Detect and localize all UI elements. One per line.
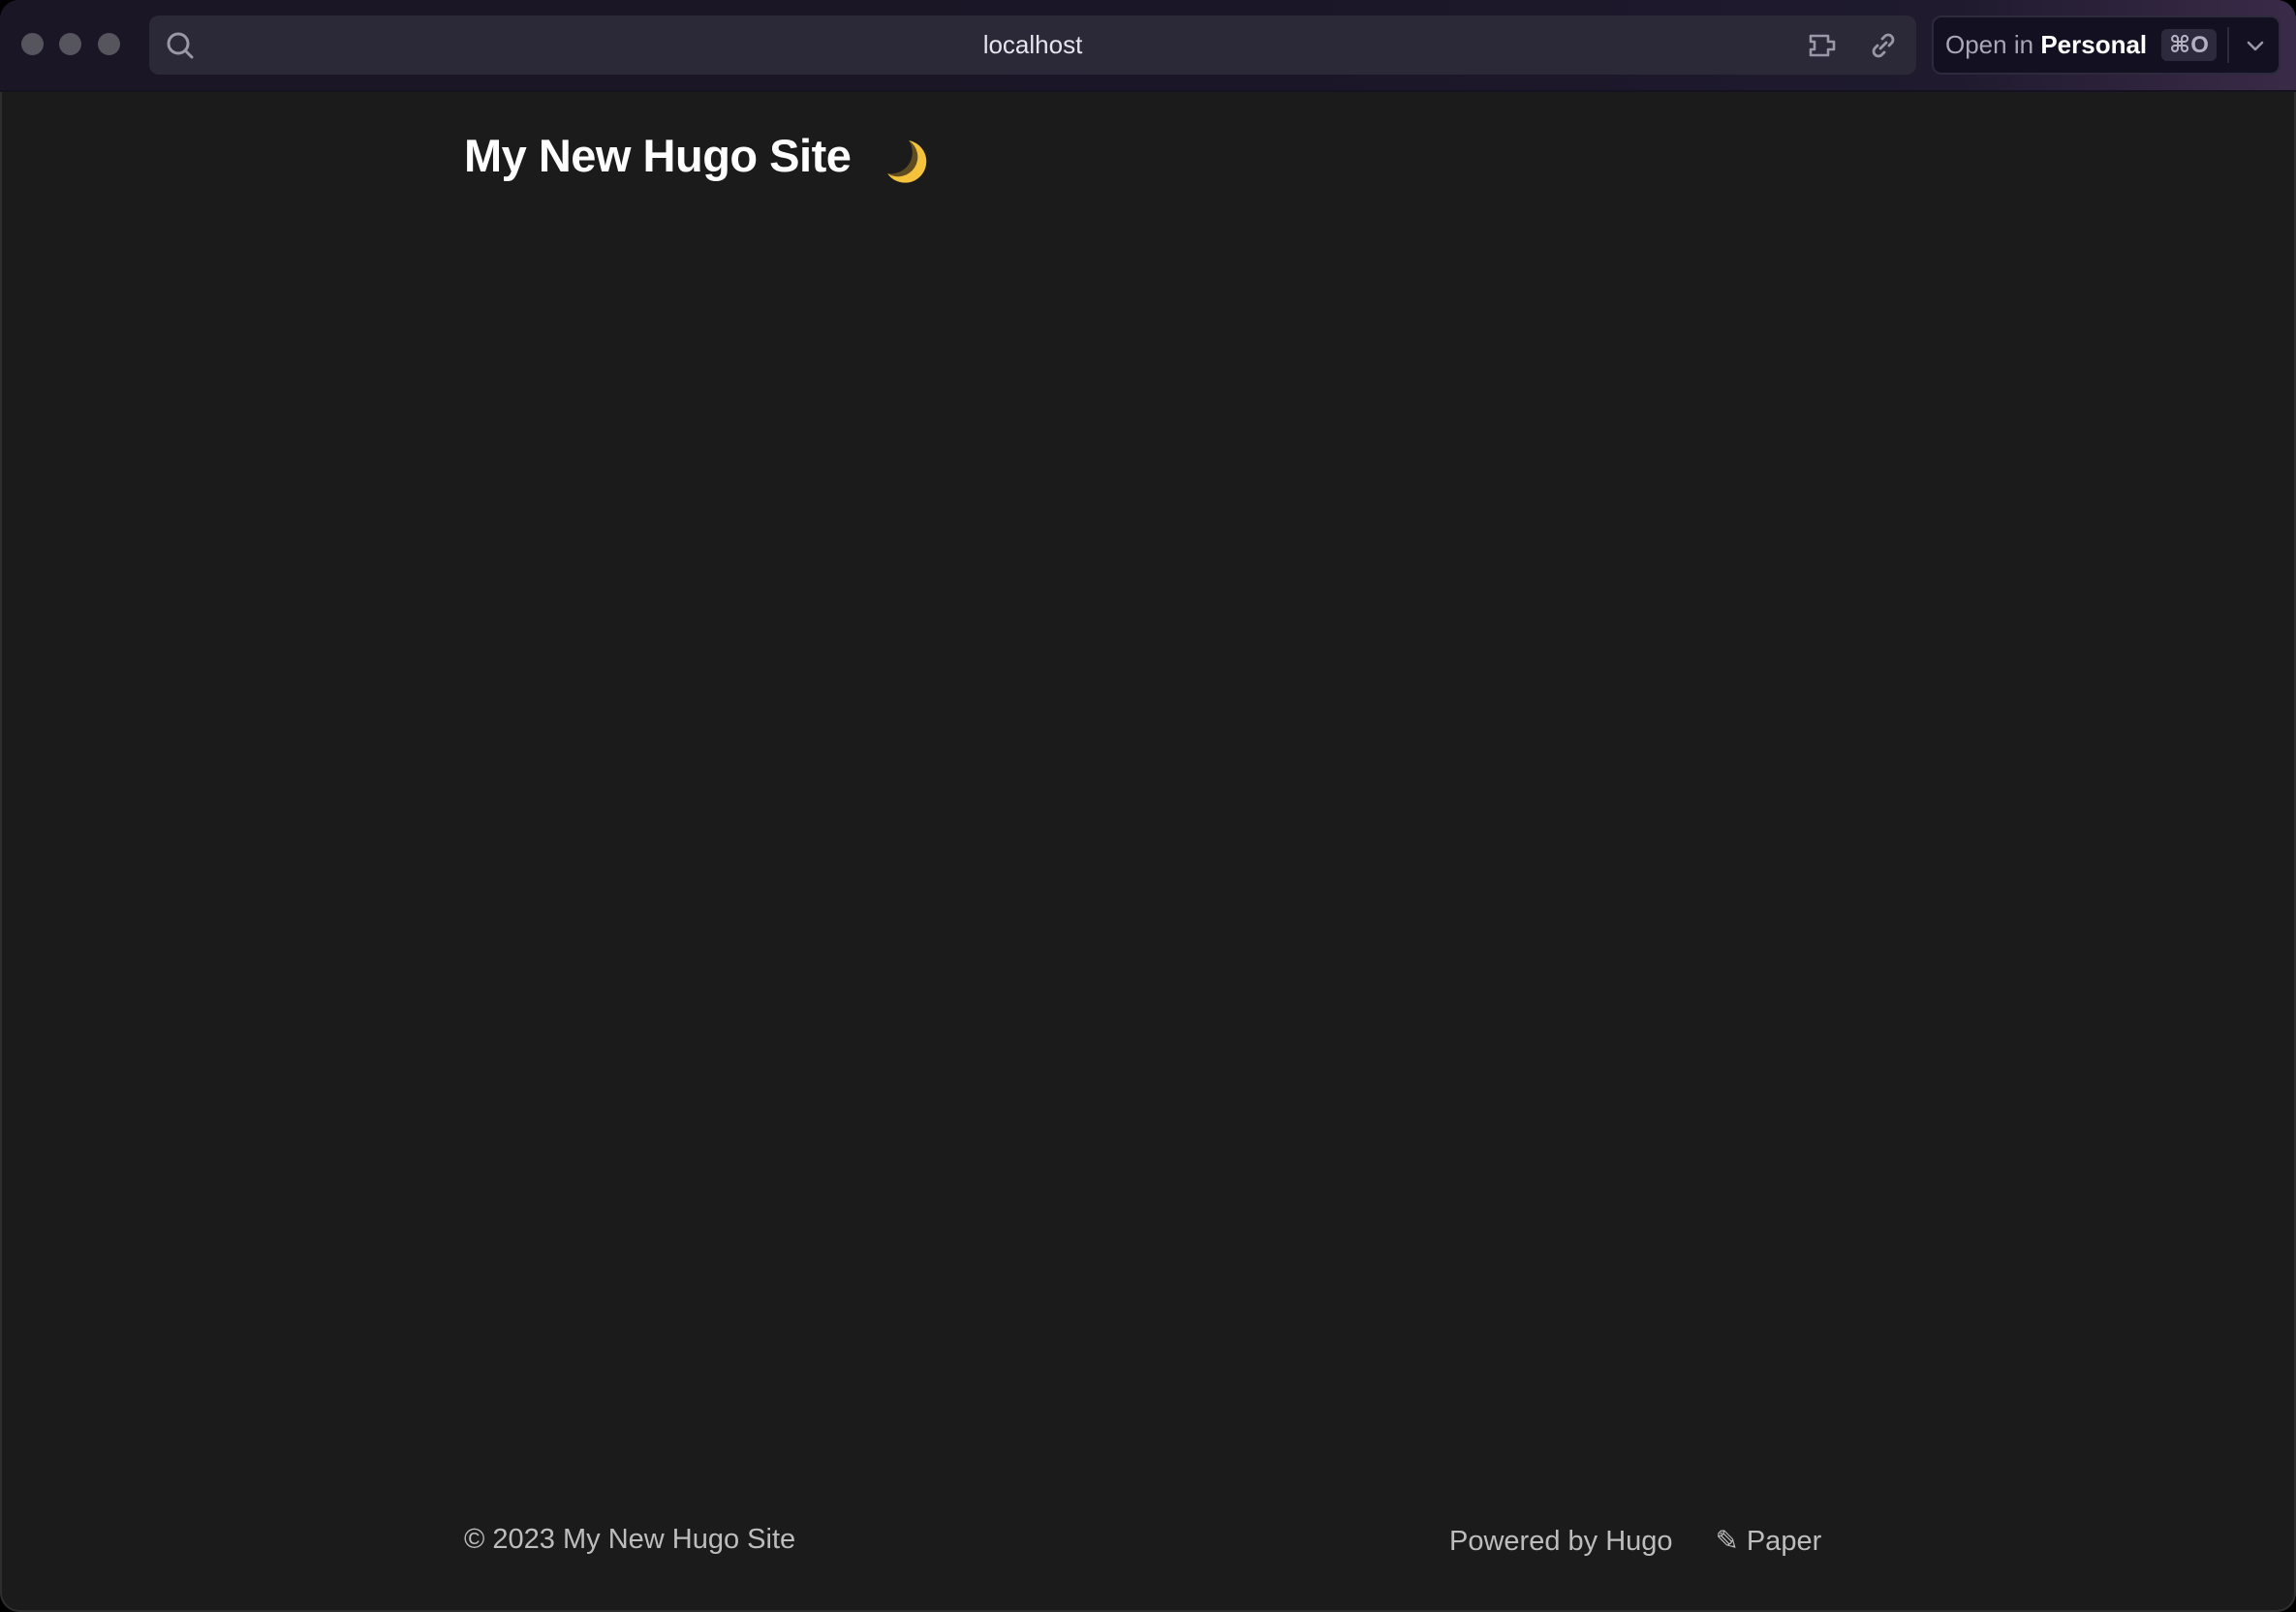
powered-by-hugo-link[interactable]: Powered by Hugo xyxy=(1449,1526,1673,1557)
moon-icon[interactable] xyxy=(880,135,932,187)
footer-copyright: © 2023 My New Hugo Site xyxy=(464,1524,795,1556)
maximize-window-button[interactable] xyxy=(98,33,120,55)
url-text: localhost xyxy=(982,30,1083,59)
extension-icon[interactable] xyxy=(1808,29,1841,62)
open-in-label: Open in Personal xyxy=(1945,17,2147,73)
button-divider xyxy=(2227,27,2229,63)
footer-credits: Powered by Hugo ✎ Paper xyxy=(1449,1524,1821,1558)
link-icon[interactable] xyxy=(1867,29,1900,62)
browser-toolbar: localhost Open in Personal ⌘O xyxy=(0,0,2296,92)
close-window-button[interactable] xyxy=(21,33,44,55)
copyright-text: © 2023 My New Hugo Site xyxy=(464,1524,796,1555)
site-title[interactable]: My New Hugo Site xyxy=(464,129,852,182)
shortcut-badge: ⌘O xyxy=(2161,29,2217,61)
chevron-down-icon[interactable] xyxy=(2241,31,2270,60)
paper-theme-link[interactable]: Paper xyxy=(1747,1526,1821,1557)
minimize-window-button[interactable] xyxy=(59,33,81,55)
open-in-personal-button[interactable]: Open in Personal ⌘O xyxy=(1932,16,2280,75)
open-in-prefix: Open in xyxy=(1945,30,2034,59)
open-in-profile: Personal xyxy=(2040,30,2148,59)
address-bar[interactable]: localhost xyxy=(149,16,1916,75)
pencil-icon: ✎ xyxy=(1715,1526,1739,1557)
browser-window: localhost Open in Personal ⌘O My New Hug… xyxy=(0,0,2296,1612)
